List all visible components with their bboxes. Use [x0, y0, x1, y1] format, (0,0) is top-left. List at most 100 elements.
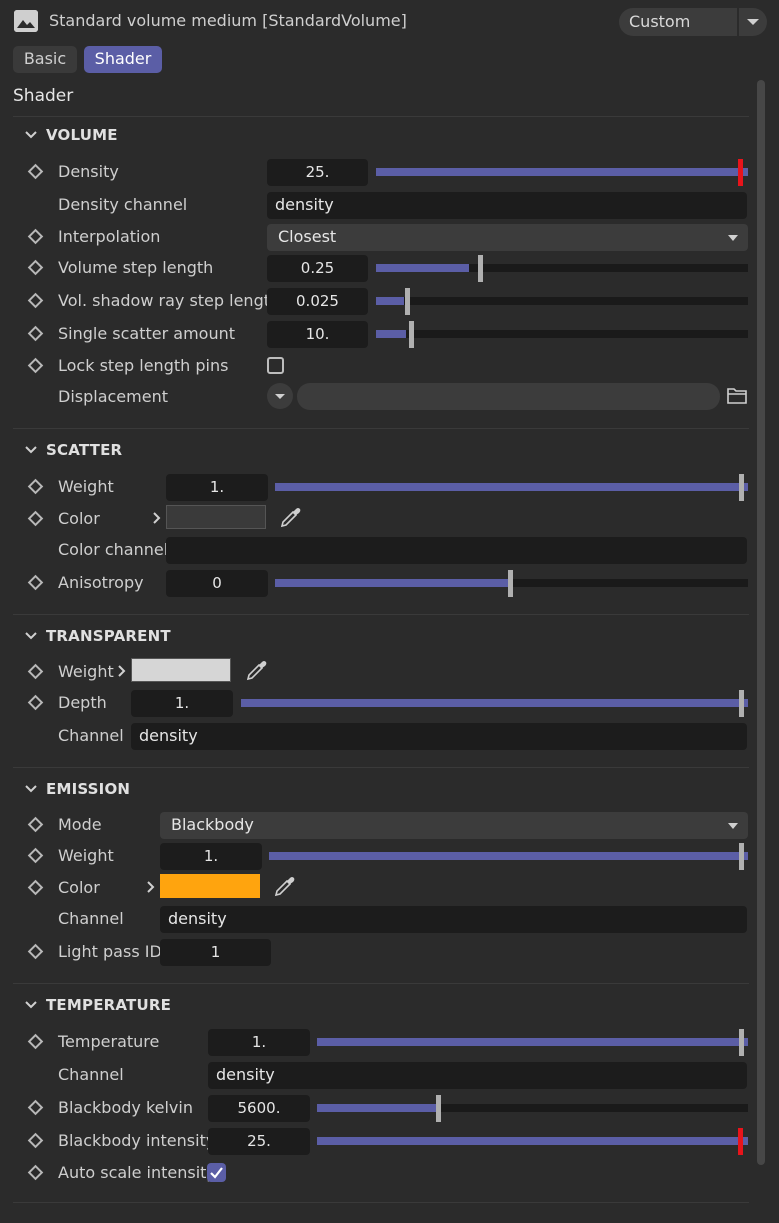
keyframe-diamond-icon[interactable]: [27, 357, 44, 374]
blackbody-intensity-input[interactable]: 25.: [208, 1128, 310, 1155]
blackbody-kelvin-slider[interactable]: [317, 1104, 748, 1112]
shadow-step-slider[interactable]: [376, 297, 748, 305]
keyframe-diamond-icon[interactable]: [27, 259, 44, 276]
slider-fill: [317, 1038, 748, 1046]
interpolation-dropdown[interactable]: Closest: [267, 224, 748, 251]
keyframe-diamond-icon[interactable]: [27, 1033, 44, 1050]
scrollbar[interactable]: [757, 80, 765, 1165]
slider-handle[interactable]: [405, 288, 410, 315]
anisotropy-input[interactable]: 0: [166, 570, 268, 597]
blackbody-intensity-slider[interactable]: [317, 1137, 748, 1145]
slider-handle[interactable]: [436, 1095, 441, 1122]
section-title-scatter[interactable]: SCATTER: [46, 441, 122, 459]
lock-pins-checkbox[interactable]: [267, 357, 284, 374]
eyedropper-icon[interactable]: [245, 658, 269, 682]
emission-channel-field[interactable]: density: [160, 906, 747, 933]
step-length-slider[interactable]: [376, 264, 748, 272]
keyframe-diamond-icon[interactable]: [27, 574, 44, 591]
temperature-channel-field[interactable]: density: [208, 1062, 747, 1089]
keyframe-diamond-icon[interactable]: [27, 478, 44, 495]
section-title-transparent[interactable]: TRANSPARENT: [46, 627, 171, 645]
scatter-weight-slider[interactable]: [275, 483, 748, 491]
slider-fill: [376, 330, 406, 338]
keyframe-diamond-icon[interactable]: [27, 510, 44, 527]
chevron-down-icon[interactable]: [23, 127, 39, 143]
mode-dropdown[interactable]: Blackbody: [160, 812, 748, 839]
scatter-color-swatch[interactable]: [166, 505, 266, 529]
anisotropy-label: Anisotropy: [58, 573, 144, 592]
slider-handle[interactable]: [508, 570, 513, 597]
slider-fill: [275, 483, 748, 491]
chevron-right-icon[interactable]: [146, 879, 156, 893]
temperature-slider[interactable]: [317, 1038, 748, 1046]
slider-handle[interactable]: [478, 255, 483, 282]
step-length-input[interactable]: 0.25: [267, 255, 368, 282]
light-pass-id-label: Light pass ID: [58, 942, 162, 961]
emission-weight-input[interactable]: 1.: [160, 843, 262, 870]
tab-basic[interactable]: Basic: [13, 46, 77, 73]
single-scatter-label: Single scatter amount: [58, 324, 235, 343]
keyframe-diamond-icon[interactable]: [27, 879, 44, 896]
chevron-right-icon[interactable]: [152, 510, 162, 524]
folder-icon[interactable]: [726, 386, 748, 406]
transparent-channel-field[interactable]: density: [131, 723, 747, 750]
section-title-temperature[interactable]: TEMPERATURE: [46, 996, 171, 1014]
displacement-field[interactable]: [297, 383, 720, 410]
emission-color-swatch[interactable]: [160, 874, 260, 898]
chevron-down-icon[interactable]: [728, 823, 738, 829]
eyedropper-icon[interactable]: [279, 505, 303, 529]
density-input[interactable]: 25.: [267, 159, 368, 186]
keyframe-diamond-icon[interactable]: [27, 325, 44, 342]
chevron-down-icon[interactable]: [23, 628, 39, 644]
keyframe-diamond-icon[interactable]: [27, 1164, 44, 1181]
section-title-emission[interactable]: EMISSION: [46, 780, 130, 798]
chevron-down-icon[interactable]: [23, 442, 39, 458]
chevron-down-icon[interactable]: [728, 235, 738, 241]
section-title-volume[interactable]: VOLUME: [46, 126, 118, 144]
slider-handle[interactable]: [739, 1029, 744, 1056]
emission-weight-slider[interactable]: [269, 852, 748, 860]
transparent-weight-swatch[interactable]: [131, 658, 231, 682]
depth-input[interactable]: 1.: [131, 690, 233, 717]
chevron-down-icon[interactable]: [23, 997, 39, 1013]
light-pass-id-input[interactable]: 1: [160, 939, 271, 966]
shadow-step-input[interactable]: 0.025: [267, 288, 368, 315]
scatter-color-channel-field[interactable]: [166, 537, 747, 564]
slider-handle[interactable]: [738, 159, 743, 186]
chevron-right-icon[interactable]: [117, 663, 127, 677]
emission-color-label: Color: [58, 878, 100, 897]
scatter-weight-input[interactable]: 1.: [166, 474, 268, 501]
density-slider[interactable]: [376, 168, 748, 176]
slider-handle[interactable]: [739, 474, 744, 501]
preset-dropdown[interactable]: Custom: [619, 8, 767, 36]
single-scatter-slider[interactable]: [376, 330, 748, 338]
auto-scale-label: Auto scale intensity: [58, 1163, 216, 1182]
slider-handle[interactable]: [739, 690, 744, 717]
blackbody-kelvin-input[interactable]: 5600.: [208, 1095, 310, 1122]
keyframe-diamond-icon[interactable]: [27, 663, 44, 680]
slider-handle[interactable]: [739, 843, 744, 870]
keyframe-diamond-icon[interactable]: [27, 816, 44, 833]
tab-shader[interactable]: Shader: [84, 46, 162, 73]
keyframe-diamond-icon[interactable]: [27, 163, 44, 180]
single-scatter-input[interactable]: 10.: [267, 321, 368, 348]
slider-handle[interactable]: [409, 321, 414, 348]
keyframe-diamond-icon[interactable]: [27, 1099, 44, 1116]
chevron-down-icon[interactable]: [743, 13, 763, 31]
transparent-channel-label: Channel: [58, 726, 124, 745]
temperature-input[interactable]: 1.: [208, 1029, 310, 1056]
eyedropper-icon[interactable]: [273, 874, 297, 898]
keyframe-diamond-icon[interactable]: [27, 292, 44, 309]
keyframe-diamond-icon[interactable]: [27, 847, 44, 864]
slider-handle[interactable]: [738, 1128, 743, 1155]
keyframe-diamond-icon[interactable]: [27, 228, 44, 245]
interpolation-label: Interpolation: [58, 227, 161, 246]
density-channel-field[interactable]: density: [267, 192, 747, 219]
depth-slider[interactable]: [241, 699, 748, 707]
keyframe-diamond-icon[interactable]: [27, 694, 44, 711]
auto-scale-checkbox[interactable]: [207, 1163, 226, 1182]
keyframe-diamond-icon[interactable]: [27, 943, 44, 960]
keyframe-diamond-icon[interactable]: [27, 1132, 44, 1149]
displacement-menu-button[interactable]: [267, 383, 293, 409]
chevron-down-icon[interactable]: [23, 781, 39, 797]
